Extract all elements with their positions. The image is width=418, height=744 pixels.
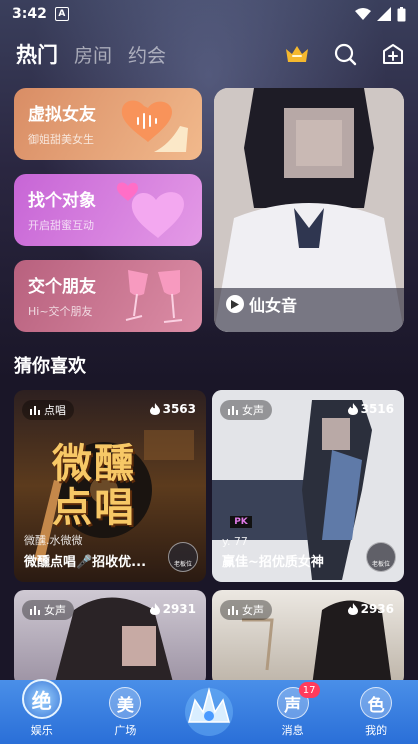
flame-icon <box>347 403 358 415</box>
section-title: 猜你喜欢 <box>14 356 86 377</box>
unread-badge: 17 <box>298 682 320 698</box>
wifi-icon <box>355 8 371 20</box>
sound-bars-icon <box>30 605 40 615</box>
heart-shoe-icon <box>121 100 188 152</box>
nav-me[interactable]: 色 我的 <box>334 680 418 744</box>
plaza-icon: 美 <box>109 687 142 719</box>
sound-bars-icon <box>30 405 40 415</box>
featured-label: 仙女音 <box>226 292 297 316</box>
search-icon[interactable] <box>332 41 358 67</box>
category-make-friends[interactable]: 交个朋友 Hi~交个朋友 <box>14 260 202 332</box>
sound-bars-icon <box>228 405 238 415</box>
category-find-partner[interactable]: 找个对象 开启甜蜜互动 <box>14 174 202 246</box>
pk-badge: PK <box>234 517 248 527</box>
room-card[interactable]: PK 女声 3516 y. 77 赢佳~招优质女神 老板位 <box>212 390 404 582</box>
room-heat-value: 3516 <box>360 402 394 416</box>
nav-entertainment[interactable]: 绝 娱乐 <box>0 679 84 744</box>
room-seat-badge: 老板位 <box>366 542 396 572</box>
room-tag-label: 女声 <box>44 604 66 617</box>
room-tag-label: 点唱 <box>44 404 66 417</box>
room-tag: 女声 <box>22 600 74 620</box>
signal-icon <box>377 7 391 21</box>
nav-plaza[interactable]: 美 广场 <box>84 680 168 744</box>
crown-icon[interactable] <box>284 41 310 67</box>
sound-bars-icon <box>228 605 238 615</box>
room-seat-badge: 老板位 <box>168 542 198 572</box>
entertainment-icon: 绝 <box>21 679 62 719</box>
nav-label: 我的 <box>365 724 388 737</box>
room-title: 微醺点唱🎤招收优... <box>24 555 147 570</box>
room-heat-value: 3563 <box>162 402 196 416</box>
room-heat: 3516 <box>347 402 394 416</box>
top-navigation: 热门 房间 约会 <box>16 36 406 72</box>
room-tag: 女声 <box>220 600 272 620</box>
profile-icon: 色 <box>360 687 393 719</box>
flame-icon <box>149 403 160 415</box>
wine-glasses-icon <box>125 270 183 323</box>
notification-icon: A <box>54 7 69 21</box>
play-icon <box>226 295 244 313</box>
hearts-icon <box>116 182 184 238</box>
flame-icon <box>149 603 160 615</box>
room-heat: 2936 <box>347 602 394 616</box>
room-heat: 3563 <box>149 402 196 416</box>
room-heat-value: 2936 <box>360 602 394 616</box>
room-host: y. 77 <box>222 535 248 548</box>
status-time: 3:42 <box>12 6 47 22</box>
nav-label: 广场 <box>114 724 137 737</box>
featured-title: 仙女音 <box>249 296 298 315</box>
featured-room-card[interactable]: 仙女音 <box>214 88 404 332</box>
room-heat-value: 2931 <box>162 602 196 616</box>
nav-label: 消息 <box>281 724 304 737</box>
add-room-icon[interactable] <box>380 41 406 67</box>
room-tag: 点唱 <box>22 400 74 420</box>
tab-dating[interactable]: 约会 <box>128 41 166 68</box>
category-virtual-girlfriend[interactable]: 虚拟女友 御姐甜美女生 <box>14 88 202 160</box>
room-title: 赢佳~招优质女神 <box>222 555 324 570</box>
room-host: 微醺.水微微 <box>24 534 83 547</box>
flame-icon <box>347 603 358 615</box>
room-card[interactable]: 微醺点唱 点唱 3563 微醺.水微微 微醺点唱🎤招收优... 老板位 <box>14 390 206 582</box>
room-tag-label: 女声 <box>242 404 264 417</box>
room-heat: 2931 <box>149 602 196 616</box>
battery-icon <box>397 6 406 21</box>
tab-hot[interactable]: 热门 <box>16 39 58 69</box>
bottom-navigation: 绝 娱乐 美 广场 声 消息 17 色 我的 <box>0 679 418 744</box>
tab-rooms[interactable]: 房间 <box>74 41 112 68</box>
nav-messages[interactable]: 声 消息 17 <box>251 680 335 744</box>
room-poster-text: 微醺点唱 <box>52 441 136 531</box>
nav-center-button[interactable] <box>167 680 251 744</box>
room-tag: 女声 <box>220 400 272 420</box>
room-card[interactable]: 女声 2936 <box>212 590 404 686</box>
room-tag-label: 女声 <box>242 604 264 617</box>
nav-label: 娱乐 <box>30 724 53 737</box>
crystal-crown-icon <box>184 687 233 736</box>
room-card[interactable]: 女声 2931 <box>14 590 206 686</box>
status-bar: 3:42 A <box>0 0 418 28</box>
